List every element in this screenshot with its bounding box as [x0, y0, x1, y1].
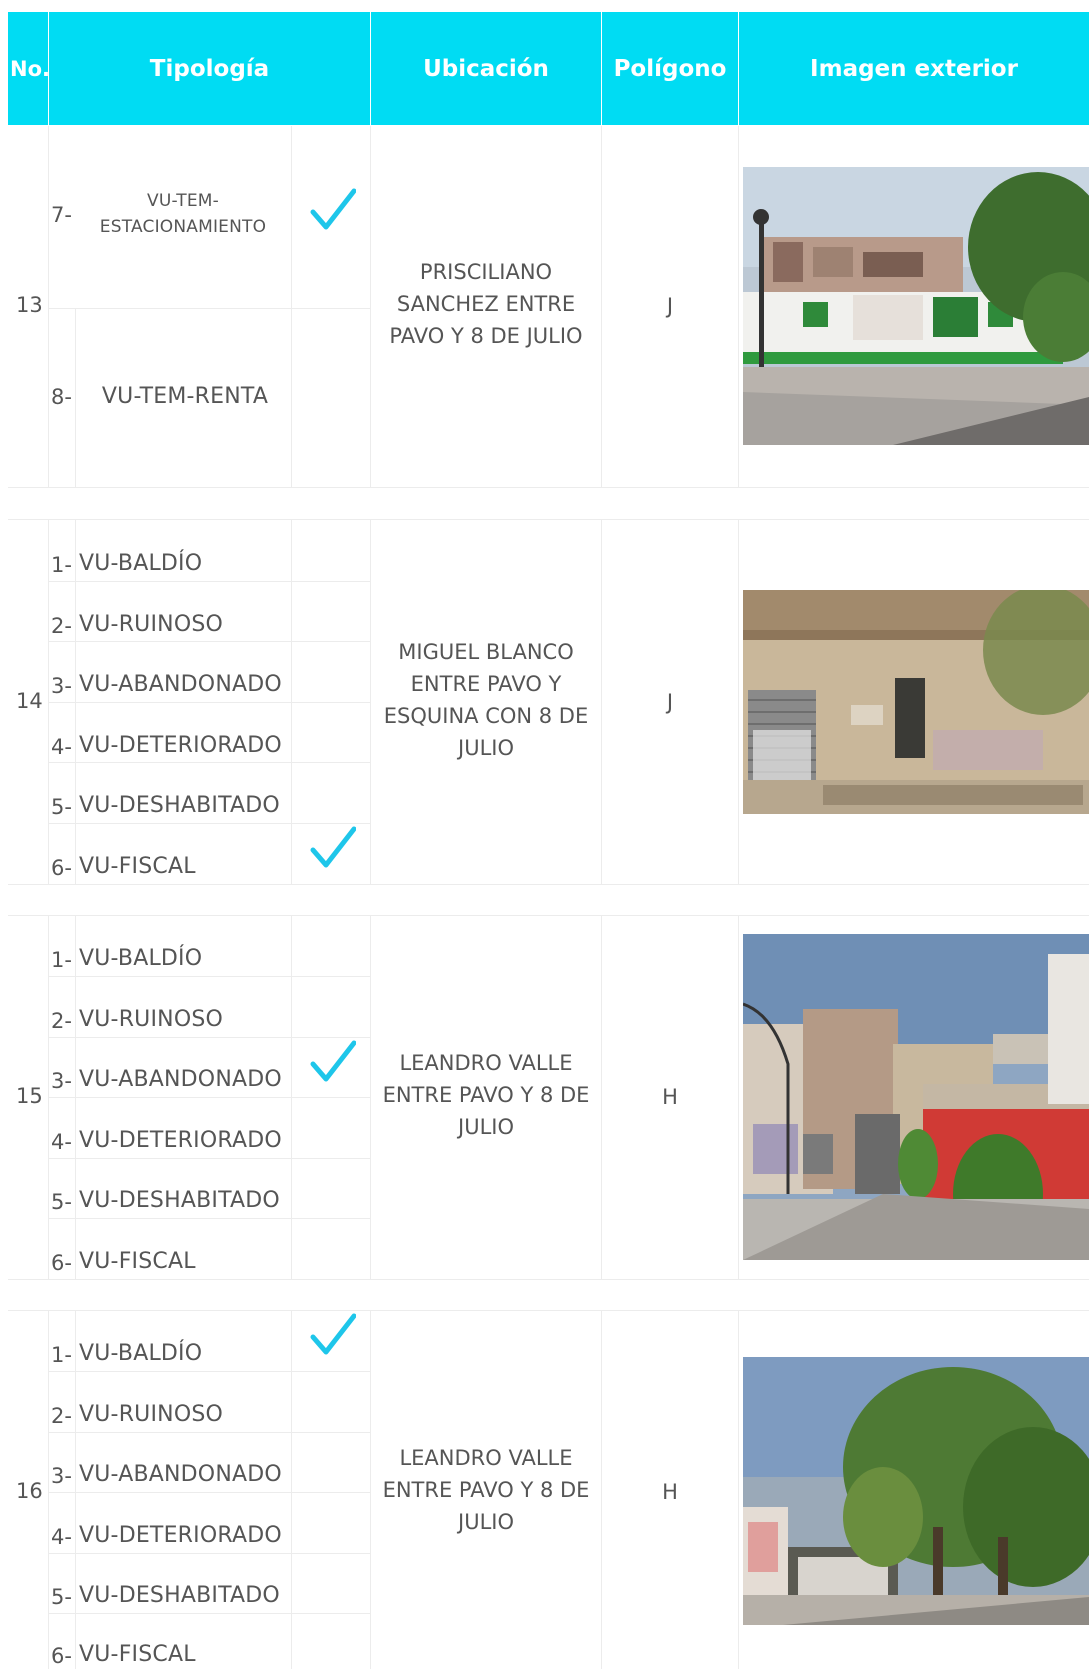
tipologia-number: 4-	[51, 1130, 72, 1154]
header-ubicacion: Ubicación	[371, 12, 601, 125]
exterior-photo	[743, 934, 1089, 1260]
tipologia-number: 5-	[51, 1190, 72, 1214]
tipologia-label: VU-BALDÍO	[79, 946, 203, 971]
check-mark-icon	[310, 826, 357, 870]
tipologia-label: VU-DESHABITADO	[79, 1188, 280, 1213]
tipologia-label: VU-DETERIORADO	[79, 1523, 282, 1548]
check-mark-icon	[310, 1040, 357, 1084]
ubicacion-text: MIGUEL BLANCO ENTRE PAVO Y ESQUINA CON 8…	[383, 640, 589, 760]
tipologia-number: 6-	[51, 1644, 72, 1668]
tipologia-number: 4-	[51, 735, 72, 759]
exterior-photo	[743, 1357, 1089, 1625]
tipologia-number: 5-	[51, 1585, 72, 1609]
tipologia-label: VU-BALDÍO	[79, 1341, 203, 1366]
tipologia-label: VU-DETERIORADO	[79, 733, 282, 758]
tipologia-label: VU-ABANDONADO	[79, 1462, 282, 1487]
poligono-text: H	[662, 1480, 678, 1504]
tipologia-label: VU-ABANDONADO	[79, 1067, 282, 1092]
tipologia-label: VU-RUINOSO	[79, 1007, 224, 1032]
tipologia-label: VU-BALDÍO	[79, 551, 203, 576]
tipologia-number: 3-	[51, 1464, 72, 1488]
tipologia-number: 2-	[51, 1404, 72, 1428]
header-no: No.	[8, 12, 50, 125]
exterior-photo	[743, 590, 1089, 814]
header-imagen-exterior: Imagen exterior	[739, 12, 1089, 125]
tipologia-label: VU-TEM-ESTACIONAMIENTO	[99, 191, 267, 237]
exterior-photo	[743, 167, 1089, 445]
tipologia-label: VU-DESHABITADO	[79, 1583, 280, 1608]
tipologia-number: 2-	[51, 614, 72, 638]
row-number: 13	[16, 293, 43, 317]
tipologia-number: 6-	[51, 856, 72, 880]
tipologia-number: 1-	[51, 1343, 72, 1367]
tipologia-number: 3-	[51, 1069, 72, 1093]
poligono-text: J	[666, 690, 674, 714]
tipologia-label: VU-TEM-RENTA	[101, 384, 269, 409]
tipologia-number: 7-	[51, 203, 72, 227]
tipologia-label: VU-RUINOSO	[79, 1402, 224, 1427]
row-number: 14	[16, 689, 43, 713]
tipologia-number: 2-	[51, 1009, 72, 1033]
header-poligono: Polígono	[602, 12, 738, 125]
tipologia-label: VU-RUINOSO	[79, 612, 224, 637]
tipologia-number: 8-	[51, 385, 72, 409]
tipologia-number: 3-	[51, 674, 72, 698]
tipologia-number: 5-	[51, 795, 72, 819]
ubicacion-text: LEANDRO VALLE ENTRE PAVO Y 8 DE JULIO	[382, 1446, 590, 1534]
tipologia-number: 1-	[51, 948, 72, 972]
tipologia-label: VU-ABANDONADO	[79, 672, 282, 697]
poligono-text: J	[666, 294, 674, 318]
check-mark-icon	[310, 1313, 357, 1357]
tipologia-number: 1-	[51, 553, 72, 577]
tipologia-number: 6-	[51, 1251, 72, 1275]
ubicacion-text: PRISCILIANO SANCHEZ ENTRE PAVO Y 8 DE JU…	[389, 260, 583, 348]
row-number: 15	[16, 1084, 43, 1108]
header-tipologia: Tipología	[49, 12, 370, 125]
poligono-text: H	[662, 1085, 678, 1109]
tipologia-label: VU-FISCAL	[79, 854, 196, 879]
tipologia-number: 4-	[51, 1525, 72, 1549]
tipologia-label: VU-FISCAL	[79, 1249, 196, 1274]
row-number: 16	[16, 1479, 43, 1503]
ubicacion-text: LEANDRO VALLE ENTRE PAVO Y 8 DE JULIO	[382, 1051, 590, 1139]
tipologia-label: VU-DESHABITADO	[79, 793, 280, 818]
check-mark-icon	[310, 188, 357, 232]
tipologia-label: VU-FISCAL	[79, 1642, 196, 1667]
tipologia-label: VU-DETERIORADO	[79, 1128, 282, 1153]
